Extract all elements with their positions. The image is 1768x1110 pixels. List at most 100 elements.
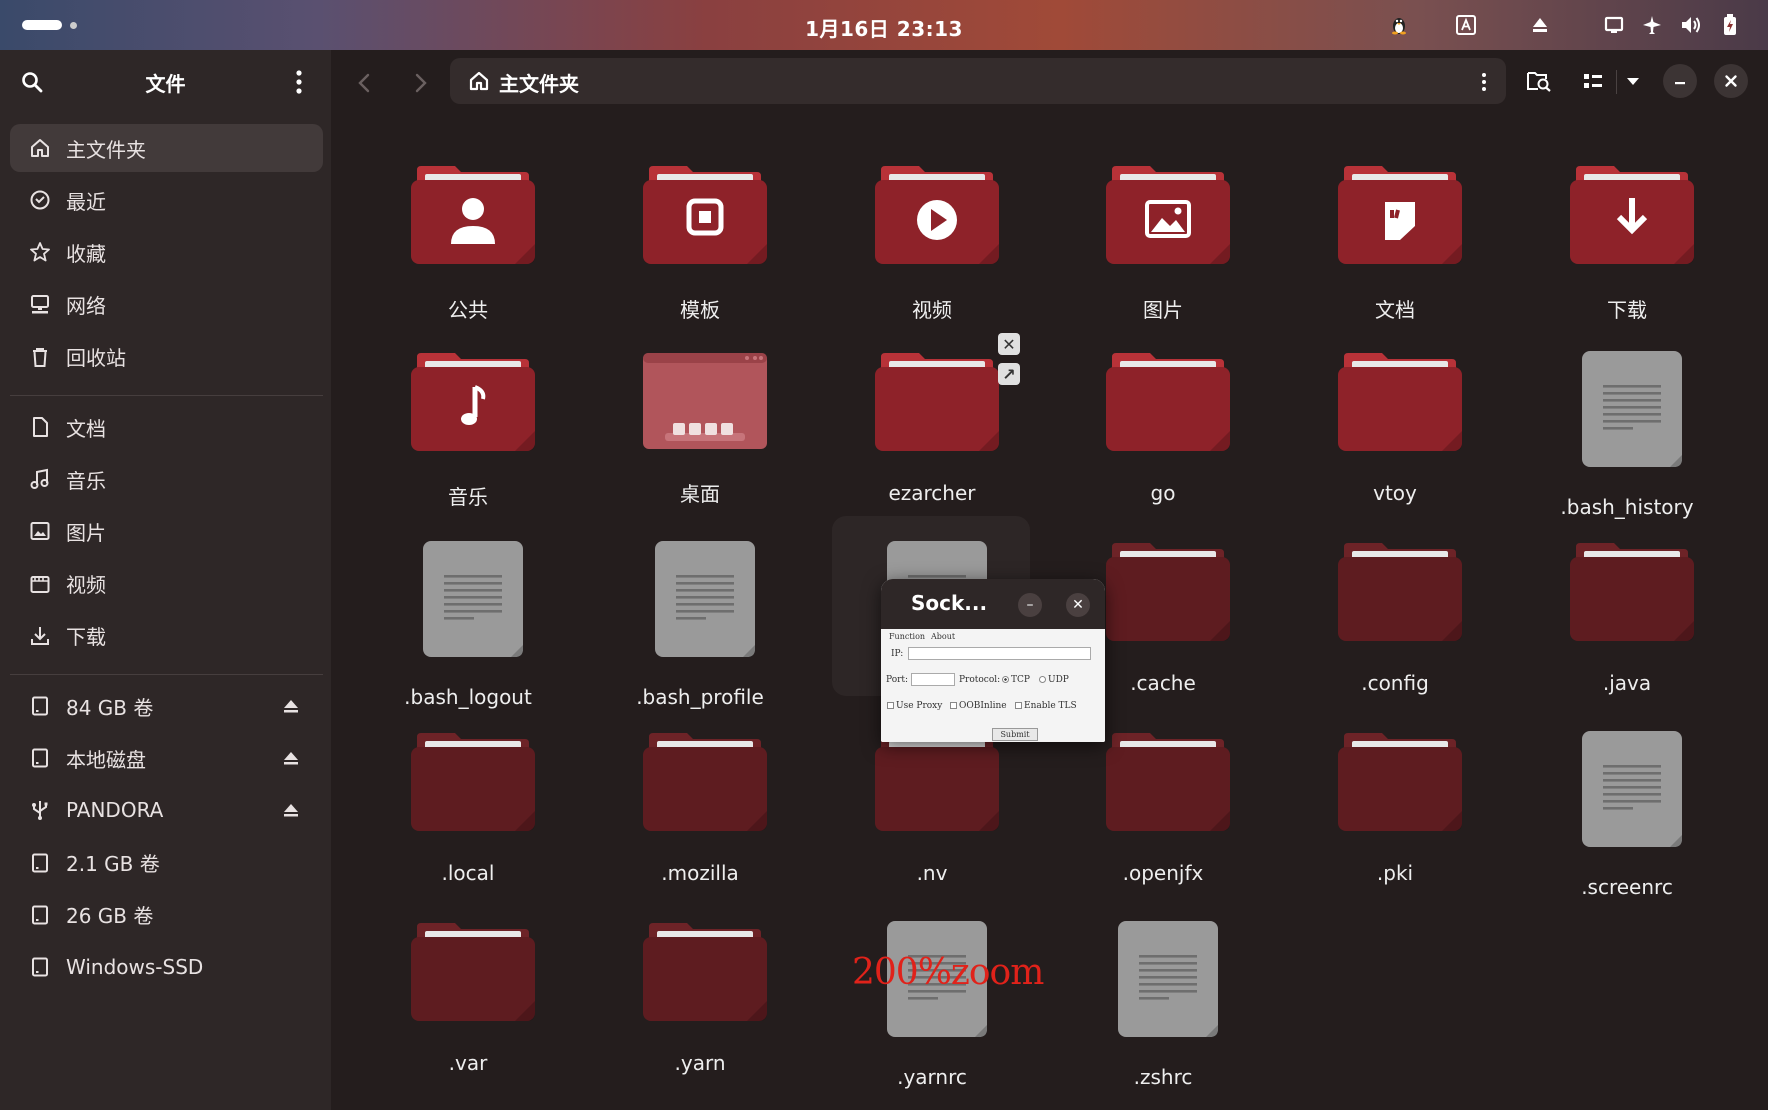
folder-item-dot-config[interactable]: .config xyxy=(1295,541,1495,711)
folder-item-dot-nv[interactable]: .nv xyxy=(832,731,1032,901)
drive-icon xyxy=(28,903,52,927)
folder-item-dot-openjfx[interactable]: .openjfx xyxy=(1063,731,1263,901)
sidebar-item-图片[interactable]: 图片 xyxy=(10,507,323,555)
sidebar-item-本地磁盘[interactable]: 本地磁盘 xyxy=(10,734,323,782)
folder-item-文档[interactable]: 文档 xyxy=(1295,164,1495,334)
folder-item-go[interactable]: go xyxy=(1063,351,1263,521)
file-name: ezarcher xyxy=(888,481,976,505)
folder-item-桌面[interactable]: 桌面 xyxy=(600,351,800,521)
checkbox-icon xyxy=(887,702,894,709)
port-input[interactable] xyxy=(911,673,955,686)
file-name: .bash_profile xyxy=(636,685,764,709)
back-button[interactable] xyxy=(352,70,378,96)
sidebar-item-网络[interactable]: 网络 xyxy=(10,281,323,329)
sidebar-item-文档[interactable]: 文档 xyxy=(10,403,323,451)
close-button[interactable] xyxy=(1714,64,1748,98)
sidebar-item-回收站[interactable]: 回收站 xyxy=(10,333,323,381)
sidebar-item-音乐[interactable]: 音乐 xyxy=(10,455,323,503)
file-name: .screenrc xyxy=(1581,875,1673,899)
input-method-icon[interactable] xyxy=(1455,14,1477,36)
file-name: 图片 xyxy=(1143,298,1183,322)
sidebar-item-label: 回收站 xyxy=(66,346,126,371)
sidebar-item-windows-ssd[interactable]: Windows-SSD xyxy=(10,943,323,991)
radio-off-icon xyxy=(1039,676,1046,683)
folder-item-dot-java[interactable]: .java xyxy=(1527,541,1727,711)
file-item-dot-yarnrc[interactable]: .yarnrc xyxy=(832,921,1032,1091)
ip-input[interactable] xyxy=(908,647,1091,660)
folder-item-音乐[interactable]: 音乐 xyxy=(368,351,568,521)
use-proxy-label: Use Proxy xyxy=(896,701,943,711)
file-item-dot-bash_logout[interactable]: .bash_logout xyxy=(368,541,568,711)
tcp-radio[interactable]: TCP xyxy=(1002,675,1030,685)
path-label[interactable]: 主文件夹 xyxy=(499,68,579,97)
sidebar-item-主文件夹[interactable]: 主文件夹 xyxy=(10,124,323,172)
folder-item-vtoy[interactable]: vtoy xyxy=(1295,351,1495,521)
file-name: .local xyxy=(441,861,495,885)
submit-button[interactable]: Submit xyxy=(992,728,1038,741)
folder-item-dot-var[interactable]: .var xyxy=(368,921,568,1091)
eject-icon[interactable] xyxy=(279,694,303,718)
minimize-button[interactable] xyxy=(1663,64,1697,98)
forward-button[interactable] xyxy=(407,70,433,96)
enable-tls-checkbox[interactable]: Enable TLS xyxy=(1015,701,1077,711)
menu-icon[interactable] xyxy=(287,68,311,96)
folder-item-公共[interactable]: 公共 xyxy=(368,164,568,334)
sidebar-item-84-gb-卷[interactable]: 84 GB 卷 xyxy=(10,682,323,730)
menu-function[interactable]: Function xyxy=(889,632,925,641)
file-item-dot-bash_profile[interactable]: .bash_profile xyxy=(600,541,800,711)
socket-tool-window[interactable]: Sock... – ✕ Function About IP: Port: Pro… xyxy=(881,579,1105,742)
sidebar-item-收藏[interactable]: 收藏 xyxy=(10,228,323,276)
sidebar-item-下载[interactable]: 下载 xyxy=(10,612,323,660)
sidebar-item-label: 网络 xyxy=(66,294,106,319)
use-proxy-checkbox[interactable]: Use Proxy xyxy=(887,701,942,711)
folder-item-下载[interactable]: 下载 xyxy=(1527,164,1727,334)
oobinline-checkbox[interactable]: OOBInline xyxy=(950,701,1007,711)
airplane-icon[interactable] xyxy=(1641,14,1663,36)
file-name: .bash_logout xyxy=(404,685,532,709)
file-name: .nv xyxy=(916,861,948,885)
star-icon xyxy=(28,240,52,264)
home-icon xyxy=(28,136,52,160)
remove-icon[interactable]: ✕ xyxy=(998,333,1020,355)
udp-label: UDP xyxy=(1048,675,1069,685)
sidebar-item-26-gb-卷[interactable]: 26 GB 卷 xyxy=(10,891,323,939)
folder-item-dot-pki[interactable]: .pki xyxy=(1295,731,1495,901)
view-options-button[interactable] xyxy=(1616,64,1650,98)
screen-icon[interactable] xyxy=(1603,14,1625,36)
eject-icon[interactable] xyxy=(279,746,303,770)
tcp-label: TCP xyxy=(1011,675,1030,685)
sidebar-item-最近[interactable]: 最近 xyxy=(10,176,323,224)
folder-item-dot-mozilla[interactable]: .mozilla xyxy=(600,731,800,901)
file-item-dot-screenrc[interactable]: .screenrc xyxy=(1527,731,1727,901)
path-bar[interactable]: 主文件夹 xyxy=(450,58,1506,104)
file-name: 公共 xyxy=(448,298,488,322)
eject-icon[interactable] xyxy=(279,798,303,822)
folder-item-视频[interactable]: 视频 xyxy=(832,164,1032,334)
menu-about[interactable]: About xyxy=(931,632,955,641)
clock[interactable]: 1月16日 23:13 xyxy=(0,13,1768,42)
volume-icon[interactable] xyxy=(1680,14,1702,36)
image-icon xyxy=(28,519,52,543)
folder-item-dot-yarn[interactable]: .yarn xyxy=(600,921,800,1091)
battery-icon[interactable] xyxy=(1719,14,1741,36)
eject-icon[interactable] xyxy=(1529,14,1551,36)
folder-item-图片[interactable]: 图片 xyxy=(1063,164,1263,334)
video-icon xyxy=(28,572,52,596)
folder-item-模板[interactable]: 模板 xyxy=(600,164,800,334)
popup-close-button[interactable]: ✕ xyxy=(1066,593,1090,617)
sidebar-item-2.1-gb-卷[interactable]: 2.1 GB 卷 xyxy=(10,839,323,887)
list-view-button[interactable] xyxy=(1576,64,1610,98)
sidebar-item-label: 最近 xyxy=(66,189,106,214)
file-item-dot-bash_history[interactable]: .bash_history xyxy=(1527,351,1727,521)
popup-titlebar[interactable]: Sock... – ✕ xyxy=(881,579,1105,629)
popup-minimize-button[interactable]: – xyxy=(1018,593,1042,617)
sidebar-item-视频[interactable]: 视频 xyxy=(10,560,323,608)
file-item-dot-zshrc[interactable]: .zshrc xyxy=(1063,921,1263,1091)
path-menu-icon[interactable] xyxy=(1476,70,1492,94)
tux-icon[interactable] xyxy=(1388,14,1410,36)
open-external-icon[interactable]: ↗ xyxy=(998,363,1020,385)
sidebar-item-pandora[interactable]: PANDORA xyxy=(10,786,323,834)
search-folder-button[interactable] xyxy=(1522,64,1556,98)
udp-radio[interactable]: UDP xyxy=(1039,675,1069,685)
folder-item-dot-local[interactable]: .local xyxy=(368,731,568,901)
